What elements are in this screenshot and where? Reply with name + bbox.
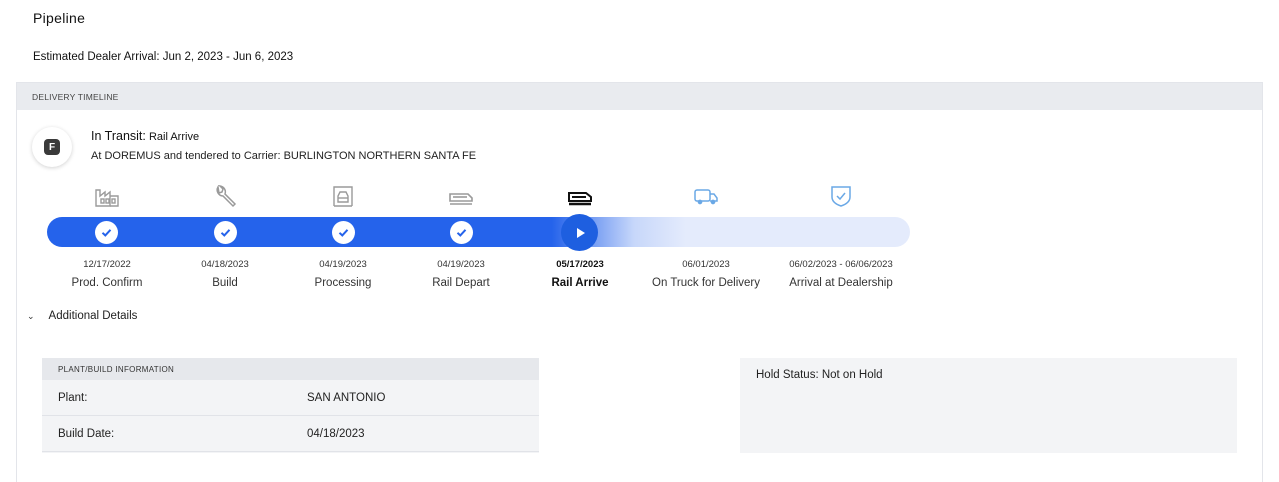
factory-icon bbox=[92, 182, 122, 210]
info-key: Build Date: bbox=[58, 427, 115, 440]
plant-build-info-header: PLANT/BUILD INFORMATION bbox=[42, 358, 539, 380]
vehicle-processing-icon bbox=[328, 182, 358, 210]
transit-status-detail: At DOREMUS and tendered to Carrier: BURL… bbox=[91, 150, 477, 162]
shield-check-icon bbox=[826, 182, 856, 210]
info-key: Plant: bbox=[58, 391, 88, 404]
additional-details-toggle[interactable]: ⌄ Additional Details bbox=[27, 310, 137, 322]
step-complete-check-icon bbox=[450, 221, 473, 244]
transit-status-main: In Transit: bbox=[91, 129, 146, 143]
step-complete-check-icon bbox=[214, 221, 237, 244]
transit-status: In Transit: Rail Arrive bbox=[91, 129, 199, 143]
info-row: Build Date: 04/18/2023 bbox=[42, 416, 539, 452]
current-step-play-icon bbox=[561, 214, 598, 251]
progress-track bbox=[47, 217, 910, 247]
estimated-arrival: Estimated Dealer Arrival: Jun 2, 2023 - … bbox=[33, 51, 294, 63]
rail-car-icon bbox=[446, 182, 476, 210]
page-title: Pipeline bbox=[33, 10, 86, 26]
brand-badge-letter: F bbox=[44, 139, 60, 155]
brand-badge: F bbox=[32, 127, 72, 167]
delivery-timeline-header: DELIVERY TIMELINE bbox=[17, 83, 1262, 110]
rail-car-icon bbox=[565, 182, 595, 210]
step-complete-check-icon bbox=[95, 221, 118, 244]
info-row: Plant: SAN ANTONIO bbox=[42, 380, 539, 416]
chevron-down-icon: ⌄ bbox=[27, 310, 35, 321]
hold-status-text: Hold Status: Not on Hold bbox=[756, 369, 883, 381]
info-value: 04/18/2023 bbox=[307, 427, 365, 440]
additional-details-label: Additional Details bbox=[48, 310, 138, 322]
info-value: SAN ANTONIO bbox=[307, 391, 386, 404]
wrench-icon bbox=[210, 182, 240, 210]
truck-icon bbox=[691, 182, 721, 210]
step-label: Arrival at Dealership bbox=[789, 277, 893, 289]
plant-build-info-panel: PLANT/BUILD INFORMATION Plant: SAN ANTON… bbox=[42, 358, 539, 453]
transit-status-sub: Rail Arrive bbox=[145, 131, 200, 143]
step-date: 06/02/2023 - 06/06/2023 bbox=[789, 259, 893, 270]
hold-status-panel: Hold Status: Not on Hold bbox=[740, 358, 1237, 453]
step-complete-check-icon bbox=[332, 221, 355, 244]
